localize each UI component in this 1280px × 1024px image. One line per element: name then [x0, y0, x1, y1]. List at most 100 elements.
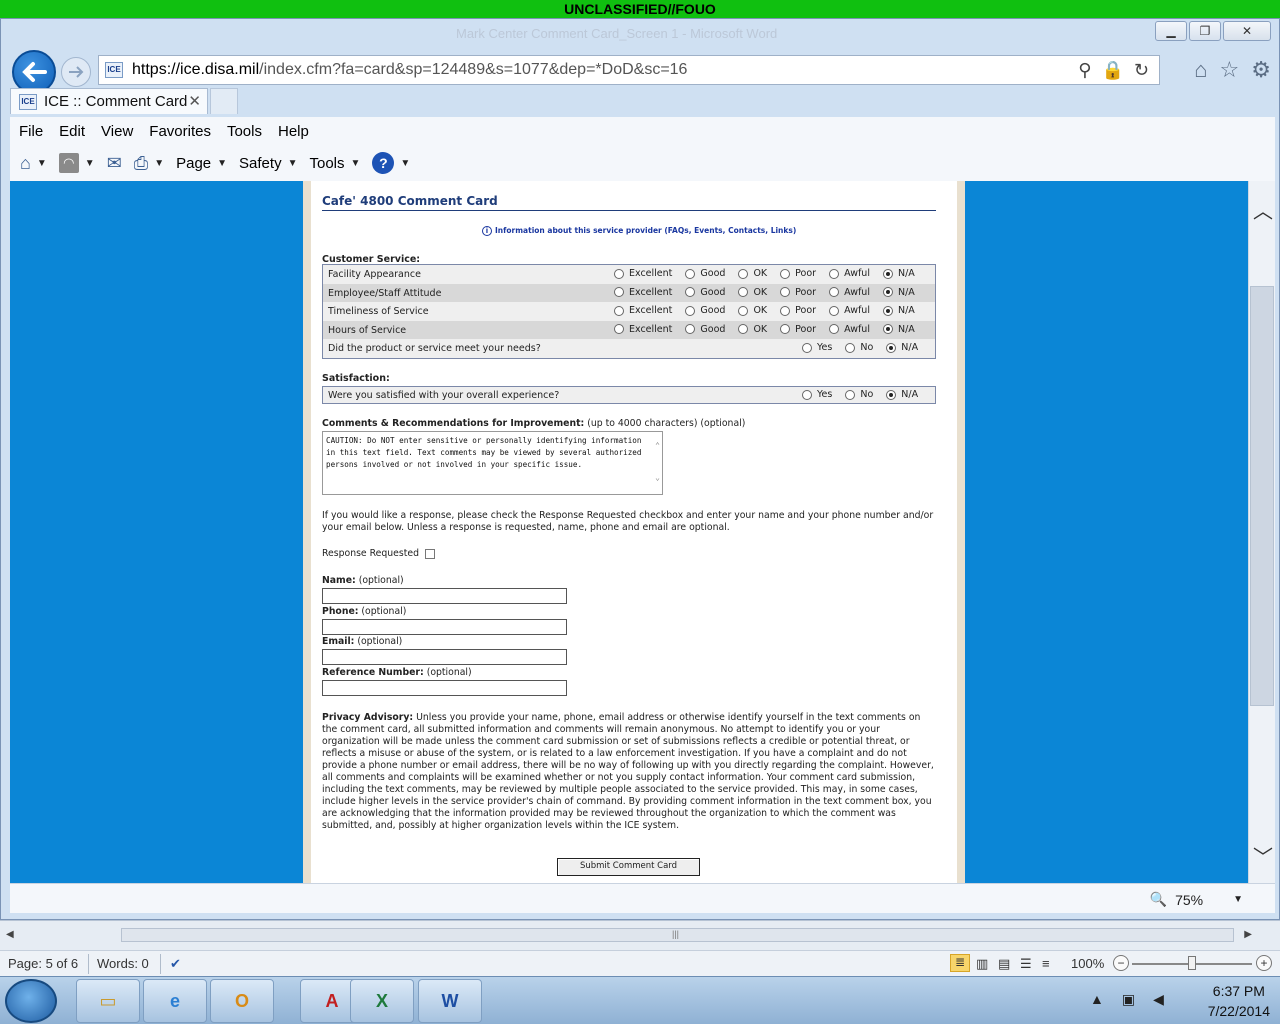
address-bar[interactable]: ICE https://ice.disa.mil/index.cfm?fa=ca… [98, 55, 1160, 85]
favorites-star-icon[interactable]: ☆ [1220, 57, 1240, 83]
submit-comment-card-button[interactable]: Submit Comment Card [557, 858, 700, 876]
radio-na[interactable]: N/A [886, 342, 918, 353]
radio-yes[interactable]: Yes [802, 342, 832, 353]
radio-circle[interactable] [685, 287, 696, 297]
outlook-taskbar-icon[interactable]: O [210, 979, 274, 1023]
tab-close-icon[interactable]: ✕ [188, 92, 201, 110]
radio-circle-selected[interactable] [886, 389, 897, 400]
radio-circle[interactable] [829, 324, 840, 334]
scroll-thumb[interactable] [1250, 286, 1274, 706]
search-icon[interactable]: ⚲ [1078, 60, 1091, 81]
radio-ok[interactable]: OK [738, 268, 767, 279]
zoom-slider-thumb[interactable] [1188, 956, 1196, 970]
radio-poor[interactable]: Poor [780, 287, 816, 298]
url-text[interactable]: https://ice.disa.mil/index.cfm?fa=card&s… [132, 61, 687, 79]
radio-no[interactable]: No [845, 342, 873, 353]
radio-circle[interactable] [685, 324, 696, 334]
chevron-down-icon[interactable]: ▼ [37, 158, 47, 169]
chevron-down-icon[interactable]: ▼ [154, 158, 164, 169]
scroll-up-icon[interactable]: ⌃ [655, 440, 660, 452]
radio-awful[interactable]: Awful [829, 324, 870, 335]
email-field[interactable] [322, 649, 567, 665]
radio-na[interactable]: N/A [882, 268, 915, 279]
word-count[interactable]: Words: 0 [97, 956, 149, 971]
radio-circle[interactable] [829, 268, 840, 279]
scroll-down-arrow-icon[interactable]: ﹀ [1253, 841, 1273, 870]
minimize-button[interactable]: ▁ [1155, 21, 1187, 41]
close-window-button[interactable]: ✕ [1223, 21, 1271, 41]
radio-na[interactable]: N/A [882, 324, 915, 335]
lock-icon[interactable]: 🔒 [1101, 60, 1123, 81]
response-requested-checkbox[interactable] [425, 548, 435, 559]
refresh-icon[interactable]: ↻ [1134, 60, 1149, 81]
radio-ok[interactable]: OK [738, 287, 767, 298]
radio-excellent[interactable]: Excellent [614, 324, 672, 335]
radio-na[interactable]: N/A [882, 305, 915, 316]
explorer-taskbar-icon[interactable]: ▭ [76, 979, 140, 1023]
web-layout-icon[interactable]: ▤ [998, 956, 1010, 972]
rss-feed-icon[interactable]: ◠ ▼ [58, 153, 95, 173]
phone-field[interactable] [322, 619, 567, 635]
radio-poor[interactable]: Poor [780, 305, 816, 316]
radio-circle[interactable] [802, 342, 812, 353]
radio-circle[interactable] [738, 268, 749, 279]
radio-circle-selected[interactable] [882, 305, 893, 316]
page-menu[interactable]: Page ▼ [176, 155, 227, 172]
new-tab-button[interactable] [210, 88, 238, 114]
radio-ok[interactable]: OK [738, 324, 767, 335]
radio-circle[interactable] [780, 305, 791, 316]
proofing-icon[interactable]: ✔ [170, 956, 181, 972]
zoom-in-icon[interactable]: + [1256, 955, 1272, 971]
radio-circle[interactable] [614, 324, 624, 334]
radio-circle[interactable] [738, 305, 749, 316]
restore-button[interactable]: ❐ [1189, 21, 1221, 41]
radio-circle[interactable] [614, 287, 624, 297]
radio-circle[interactable] [802, 389, 812, 400]
full-screen-reading-icon[interactable]: ▥ [976, 956, 988, 972]
chevron-down-icon[interactable]: ▼ [85, 158, 95, 169]
vertical-scrollbar[interactable]: ︿ ﹀ [1248, 181, 1275, 883]
reference-number-field[interactable] [322, 680, 567, 696]
forward-button[interactable] [61, 57, 91, 87]
radio-no[interactable]: No [845, 389, 873, 400]
radio-circle[interactable] [614, 268, 624, 279]
radio-awful[interactable]: Awful [829, 287, 870, 298]
radio-excellent[interactable]: Excellent [614, 305, 672, 316]
settings-gear-icon[interactable]: ⚙ [1251, 57, 1271, 83]
radio-circle-selected[interactable] [882, 324, 893, 334]
horizontal-scroll-track[interactable]: ||| [121, 928, 1234, 942]
radio-good[interactable]: Good [685, 305, 725, 316]
radio-circle[interactable] [780, 268, 791, 279]
excel-taskbar-icon[interactable]: X [350, 979, 414, 1023]
radio-circle[interactable] [685, 305, 696, 316]
radio-good[interactable]: Good [685, 324, 725, 335]
name-field[interactable] [322, 588, 567, 604]
scroll-down-icon[interactable]: ⌄ [655, 472, 660, 484]
radio-circle[interactable] [845, 342, 856, 353]
radio-circle[interactable] [614, 305, 624, 316]
radio-circle-selected[interactable] [886, 342, 897, 353]
provider-info-link[interactable]: i Information about this service provider… [482, 226, 796, 236]
radio-circle-selected[interactable] [882, 268, 893, 279]
radio-circle[interactable] [738, 324, 749, 334]
tools-menu[interactable]: Tools ▼ [309, 155, 360, 172]
radio-poor[interactable]: Poor [780, 268, 816, 279]
menu-edit[interactable]: Edit [59, 123, 85, 140]
print-layout-icon[interactable]: ≣ [950, 954, 970, 972]
radio-na[interactable]: N/A [882, 287, 915, 298]
menu-tools[interactable]: Tools [227, 123, 262, 140]
radio-good[interactable]: Good [685, 287, 725, 298]
radio-awful[interactable]: Awful [829, 268, 870, 279]
system-clock[interactable]: 6:37 PM 7/22/2014 [1208, 981, 1270, 1021]
zoom-control[interactable]: 🔍 75% ▼ [1150, 891, 1243, 908]
radio-circle[interactable] [780, 324, 791, 334]
safety-menu[interactable]: Safety ▼ [239, 155, 297, 172]
show-hidden-icons-icon[interactable]: ▲ [1090, 991, 1104, 1008]
radio-circle[interactable] [738, 287, 749, 297]
volume-icon[interactable]: ◀ [1153, 991, 1164, 1008]
radio-poor[interactable]: Poor [780, 324, 816, 335]
radio-ok[interactable]: OK [738, 305, 767, 316]
outline-icon[interactable]: ☰ [1020, 956, 1032, 972]
menu-file[interactable]: File [19, 123, 43, 140]
radio-excellent[interactable]: Excellent [614, 268, 672, 279]
